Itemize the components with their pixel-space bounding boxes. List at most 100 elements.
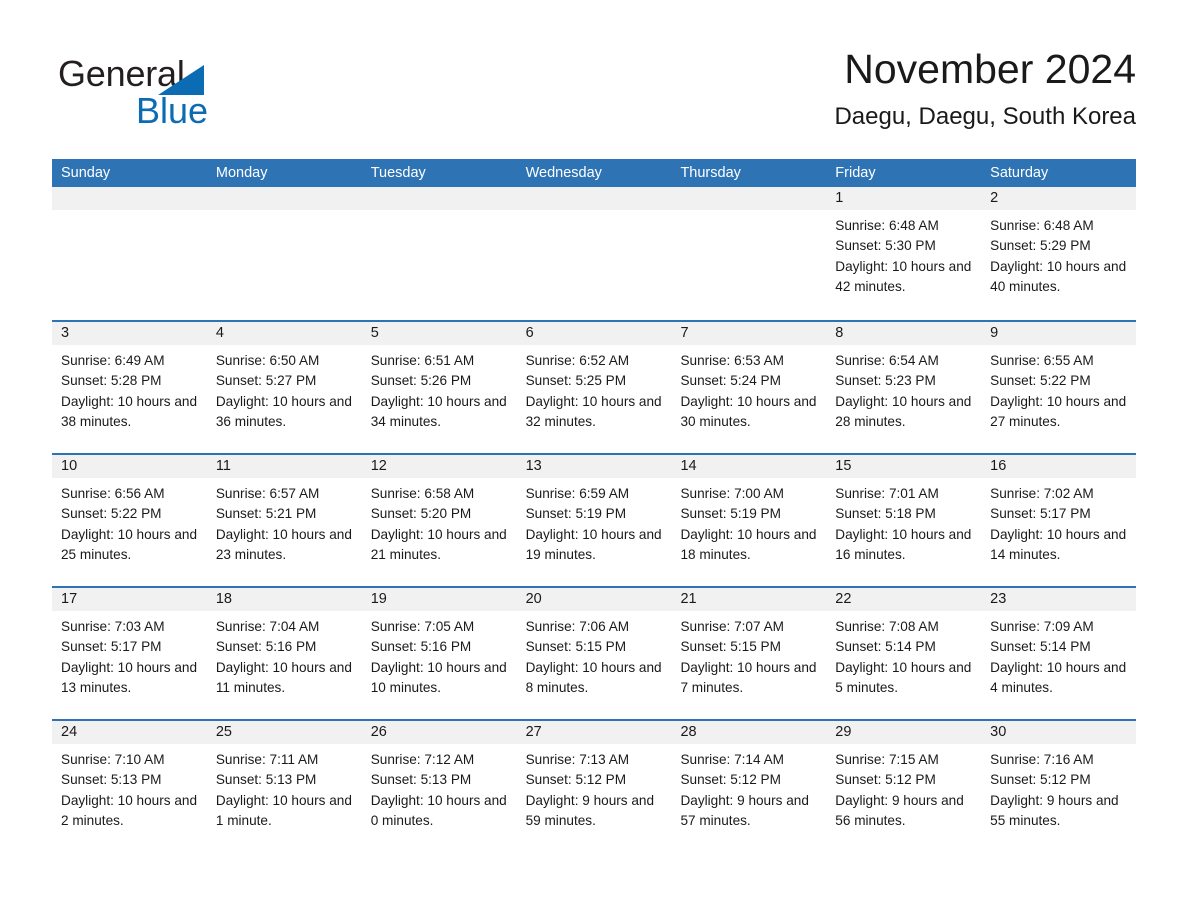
sunset-text: Sunset: 5:21 PM (215, 506, 317, 522)
weekday-header-friday: Friday (835, 165, 876, 181)
daylight-text: Daylight: 10 hours and 5 minutes. (835, 659, 972, 695)
daylight-text: Daylight: 10 hours and 38 minutes. (61, 393, 198, 429)
calendar-day-cell[interactable]: 22 Sunrise: 7:08 AM Sunset: 5:14 PM Dayligh… (826, 588, 982, 719)
calendar-day-cell[interactable]: 8 Sunrise: 6:54 AM Sunset: 5:23 PM Daylight… (826, 322, 982, 453)
day-number-band: 6 (516, 322, 672, 345)
calendar-day-cell[interactable]: 18 Sunrise: 7:04 AM Sunset: 5:16 PM Dayligh… (206, 588, 362, 719)
day-info: Sunrise: 7:03 AM Sunset: 5:17 PM Daylight:… (52, 611, 207, 698)
calendar-day-cell[interactable]: 9 Sunrise: 6:55 AM Sunset: 5:22 PM Daylight… (981, 322, 1137, 453)
sunset-text: Sunset: 5:29 PM (990, 238, 1091, 254)
daylight-text: Daylight: 10 hours and 11 minutes. (215, 659, 352, 695)
day-number-band (671, 187, 827, 210)
calendar-day-cell[interactable]: 1 Sunrise: 6:48 AM Sunset: 5:30 PM Daylight… (826, 187, 982, 320)
day-number: 23 (990, 591, 1007, 607)
sunrise-text: Sunrise: 7:06 AM (525, 619, 630, 634)
day-number-band: 14 (671, 455, 827, 478)
calendar-day-cell[interactable]: 27 Sunrise: 7:13 AM Sunset: 5:12 PM Dayligh… (516, 721, 672, 852)
day-info: Sunrise: 7:14 AM Sunset: 5:12 PM Daylight:… (671, 744, 826, 831)
calendar-day-cell[interactable]: 11 Sunrise: 6:57 AM Sunset: 5:21 PM Dayligh… (206, 455, 362, 586)
sunrise-text: Sunrise: 7:13 AM (525, 752, 630, 767)
day-number: 12 (370, 458, 387, 474)
day-info: Sunrise: 6:48 AM Sunset: 5:30 PM Daylight:… (826, 210, 981, 297)
day-number-band (361, 187, 517, 210)
day-info: Sunrise: 6:48 AM Sunset: 5:29 PM Daylight:… (981, 210, 1136, 297)
sunset-text: Sunset: 5:28 PM (61, 373, 162, 389)
calendar-day-cell[interactable]: 12 Sunrise: 6:58 AM Sunset: 5:20 PM Dayligh… (361, 455, 517, 586)
day-number-band: 18 (206, 588, 362, 611)
sunrise-text: Sunrise: 6:53 AM (680, 353, 784, 368)
sunset-text: Sunset: 5:16 PM (215, 639, 317, 655)
day-number-band: 23 (981, 588, 1137, 611)
calendar-day-cell[interactable]: 4 Sunrise: 6:50 AM Sunset: 5:27 PM Daylight… (206, 322, 362, 453)
day-number-band (516, 187, 672, 210)
calendar-day-cell[interactable]: 16 Sunrise: 7:02 AM Sunset: 5:17 PM Dayligh… (981, 455, 1137, 586)
daylight-text: Daylight: 10 hours and 8 minutes. (525, 659, 662, 695)
calendar-day-cell[interactable]: 2 Sunrise: 6:48 AM Sunset: 5:29 PM Daylight… (981, 187, 1137, 320)
sunrise-text: Sunrise: 6:59 AM (525, 486, 630, 501)
day-info: Sunrise: 7:13 AM Sunset: 5:12 PM Daylight:… (517, 744, 672, 831)
calendar-day-cell[interactable]: 29 Sunrise: 7:15 AM Sunset: 5:12 PM Dayligh… (826, 721, 982, 852)
weekday-header-tuesday: Tuesday (370, 165, 426, 181)
calendar-day-cell[interactable]: 26 Sunrise: 7:12 AM Sunset: 5:13 PM Dayligh… (361, 721, 517, 852)
day-info: Sunrise: 7:01 AM Sunset: 5:18 PM Daylight:… (826, 478, 981, 565)
calendar-day-cell[interactable]: 21 Sunrise: 7:07 AM Sunset: 5:15 PM Dayligh… (671, 588, 827, 719)
day-info: Sunrise: 6:57 AM Sunset: 5:21 PM Daylight:… (207, 478, 362, 565)
calendar-week-row: 3 Sunrise: 6:49 AM Sunset: 5:28 PM Daylight… (52, 320, 1137, 453)
day-info: Sunrise: 6:55 AM Sunset: 5:22 PM Daylight:… (981, 345, 1136, 432)
weekday-header-monday: Monday (215, 165, 268, 181)
page-header: General Blue November 2024 Daegu, Daegu,… (52, 44, 1136, 154)
calendar-day-cell[interactable]: 7 Sunrise: 6:53 AM Sunset: 5:24 PM Daylight… (671, 322, 827, 453)
daylight-text: Daylight: 10 hours and 2 minutes. (61, 792, 198, 828)
day-number-band: 25 (206, 721, 362, 744)
sunset-text: Sunset: 5:27 PM (215, 373, 317, 389)
day-number: 4 (215, 325, 224, 341)
daylight-text: Daylight: 10 hours and 10 minutes. (370, 659, 507, 695)
calendar-day-cell[interactable]: 17 Sunrise: 7:03 AM Sunset: 5:17 PM Dayligh… (52, 588, 207, 719)
calendar-day-cell[interactable]: 25 Sunrise: 7:11 AM Sunset: 5:13 PM Dayligh… (206, 721, 362, 852)
calendar-day-cell[interactable]: 14 Sunrise: 7:00 AM Sunset: 5:19 PM Dayligh… (671, 455, 827, 586)
sunset-text: Sunset: 5:13 PM (215, 772, 317, 788)
sunset-text: Sunset: 5:17 PM (990, 506, 1091, 522)
day-number-band: 26 (361, 721, 517, 744)
day-info: Sunrise: 7:16 AM Sunset: 5:12 PM Daylight:… (981, 744, 1136, 831)
daylight-text: Daylight: 10 hours and 4 minutes. (990, 659, 1127, 695)
day-number: 25 (215, 724, 232, 740)
sunrise-text: Sunrise: 7:00 AM (680, 486, 784, 501)
calendar-day-cell[interactable]: 19 Sunrise: 7:05 AM Sunset: 5:16 PM Dayligh… (361, 588, 517, 719)
calendar-day-cell[interactable]: 5 Sunrise: 6:51 AM Sunset: 5:26 PM Daylight… (361, 322, 517, 453)
day-number-band: 13 (516, 455, 672, 478)
calendar-day-cell[interactable]: 3 Sunrise: 6:49 AM Sunset: 5:28 PM Daylight… (52, 322, 207, 453)
sunrise-text: Sunrise: 7:16 AM (990, 752, 1094, 767)
day-number-band (52, 187, 207, 210)
calendar-day-cell[interactable]: 24 Sunrise: 7:10 AM Sunset: 5:13 PM Dayligh… (52, 721, 207, 852)
sunset-text: Sunset: 5:22 PM (990, 373, 1091, 389)
generalblue-logo[interactable]: General Blue (58, 54, 318, 140)
calendar-day-cell[interactable]: 13 Sunrise: 6:59 AM Sunset: 5:19 PM Dayligh… (516, 455, 672, 586)
sunrise-text: Sunrise: 7:09 AM (990, 619, 1094, 634)
daylight-text: Daylight: 10 hours and 1 minute. (215, 792, 352, 828)
calendar-week-row: 10 Sunrise: 6:56 AM Sunset: 5:22 PM Dayligh… (52, 453, 1137, 586)
sunset-text: Sunset: 5:12 PM (525, 772, 627, 788)
calendar-day-cell[interactable]: 20 Sunrise: 7:06 AM Sunset: 5:15 PM Dayligh… (516, 588, 672, 719)
calendar-day-cell[interactable]: 23 Sunrise: 7:09 AM Sunset: 5:14 PM Dayligh… (981, 588, 1137, 719)
day-number-band: 22 (826, 588, 982, 611)
calendar-day-cell-empty (361, 187, 517, 320)
calendar-day-cell[interactable]: 15 Sunrise: 7:01 AM Sunset: 5:18 PM Dayligh… (826, 455, 982, 586)
calendar-day-cell[interactable]: 30 Sunrise: 7:16 AM Sunset: 5:12 PM Dayligh… (981, 721, 1137, 852)
day-number-band: 27 (516, 721, 672, 744)
sunrise-text: Sunrise: 6:48 AM (990, 218, 1094, 233)
calendar-week-row: 24 Sunrise: 7:10 AM Sunset: 5:13 PM Dayligh… (52, 719, 1137, 852)
calendar-day-cell[interactable]: 28 Sunrise: 7:14 AM Sunset: 5:12 PM Dayligh… (671, 721, 827, 852)
day-number: 1 (835, 190, 844, 206)
sunrise-text: Sunrise: 7:03 AM (61, 619, 165, 634)
day-number-band: 4 (206, 322, 362, 345)
sunset-text: Sunset: 5:15 PM (525, 639, 627, 655)
sunset-text: Sunset: 5:18 PM (835, 506, 936, 522)
sunrise-text: Sunrise: 7:04 AM (215, 619, 320, 634)
calendar-day-cell[interactable]: 10 Sunrise: 6:56 AM Sunset: 5:22 PM Dayligh… (52, 455, 207, 586)
calendar-day-cell[interactable]: 6 Sunrise: 6:52 AM Sunset: 5:25 PM Daylight… (516, 322, 672, 453)
day-number-band: 8 (826, 322, 982, 345)
sunset-text: Sunset: 5:24 PM (680, 373, 781, 389)
sunset-text: Sunset: 5:25 PM (525, 373, 627, 389)
sunrise-text: Sunrise: 6:57 AM (215, 486, 320, 501)
